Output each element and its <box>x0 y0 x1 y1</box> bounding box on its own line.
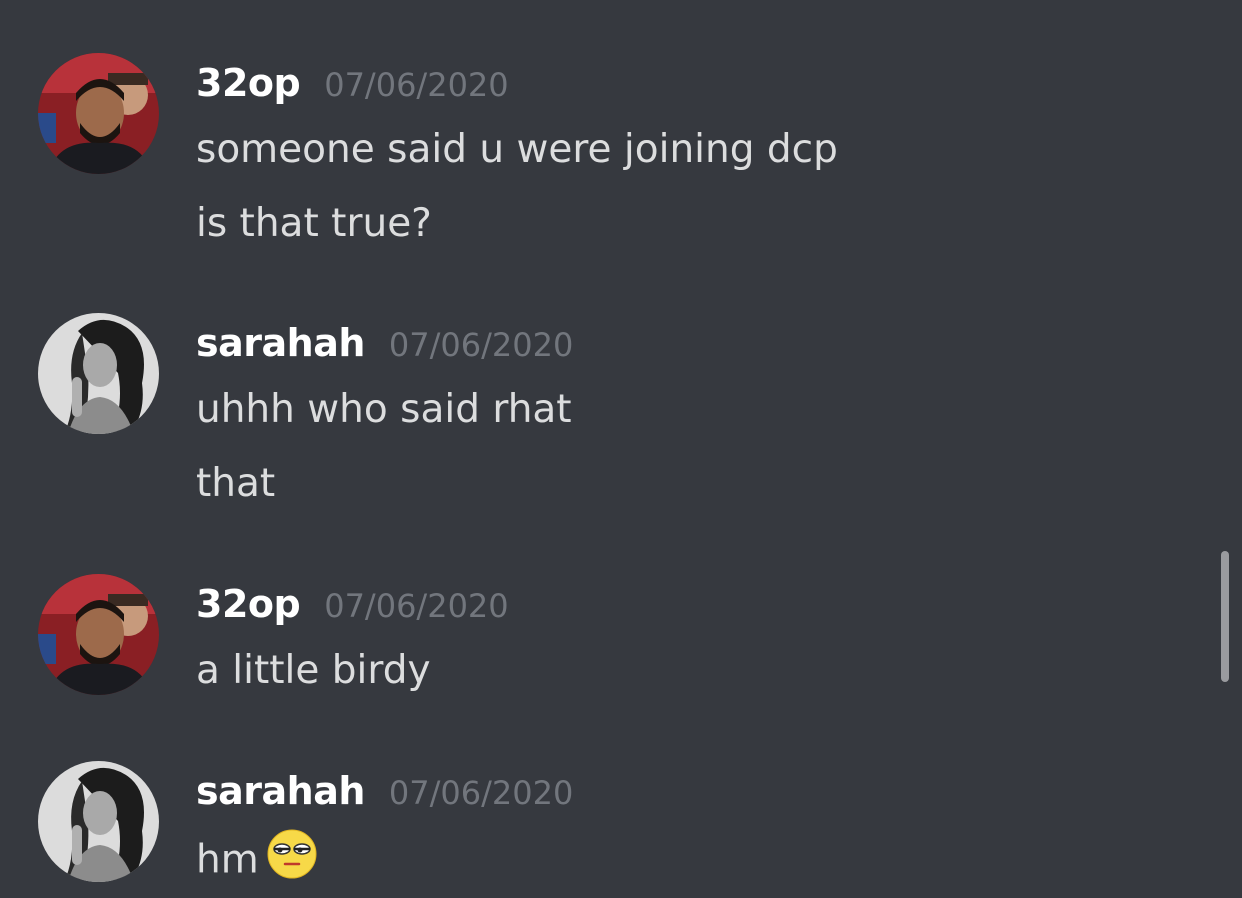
unamused-face-icon[interactable] <box>267 829 317 889</box>
timestamp: 07/06/2020 <box>324 587 509 625</box>
message-text-content: hm <box>196 837 259 883</box>
username[interactable]: 32op <box>196 582 301 626</box>
message-header: sarahah 07/06/2020 <box>196 769 573 819</box>
avatar-woman-icon[interactable] <box>38 761 159 882</box>
message-text: a little birdy <box>196 648 431 693</box>
username[interactable]: sarahah <box>196 769 365 813</box>
timestamp: 07/06/2020 <box>388 326 574 364</box>
avatar-woman-icon[interactable] <box>38 313 159 434</box>
message-header: 32op 07/06/2020 <box>196 582 509 632</box>
message-header: 32op 07/06/2020 <box>196 61 509 111</box>
message-text: uhhh who said rhat <box>196 387 572 432</box>
message-text: someone said u were joining dcp <box>196 127 838 172</box>
timestamp: 07/06/2020 <box>388 774 574 812</box>
username[interactable]: 32op <box>196 61 301 105</box>
message-text: that <box>196 461 276 506</box>
message-text: hm <box>196 829 317 889</box>
timestamp: 07/06/2020 <box>324 66 509 104</box>
avatar-man-icon[interactable] <box>38 574 159 695</box>
message-text: is that true? <box>196 201 432 246</box>
chat-message-list[interactable]: 32op 07/06/2020 someone said u were joini… <box>0 0 1242 898</box>
avatar-man-icon[interactable] <box>38 53 159 174</box>
username[interactable]: sarahah <box>196 321 365 365</box>
message-header: sarahah 07/06/2020 <box>196 321 573 371</box>
scrollbar-thumb[interactable] <box>1221 551 1229 682</box>
